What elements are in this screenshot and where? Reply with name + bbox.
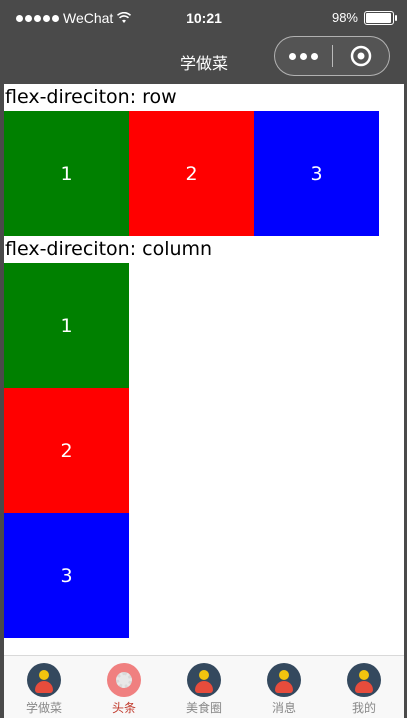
tab-label: 头条 bbox=[111, 701, 136, 715]
battery-percent: 98% bbox=[331, 10, 358, 25]
row-item-1: 1 bbox=[4, 111, 129, 236]
user-avatar-icon bbox=[27, 663, 61, 697]
tab-label: 消息 bbox=[271, 701, 296, 715]
tab-toutiao[interactable]: 头条 bbox=[84, 656, 164, 718]
row-section-label: flex-direciton: row bbox=[5, 86, 177, 108]
tab-label: 学做菜 bbox=[25, 701, 62, 715]
close-button[interactable] bbox=[333, 37, 389, 75]
user-avatar-icon bbox=[187, 663, 221, 697]
column-item-1: 1 bbox=[4, 263, 129, 388]
menu-capsule bbox=[274, 36, 390, 76]
status-right: 98% bbox=[331, 10, 397, 25]
battery-fill bbox=[366, 12, 392, 23]
close-target-icon bbox=[350, 45, 372, 67]
column-section-label: flex-direciton: column bbox=[5, 238, 213, 260]
column-item-2: 2 bbox=[4, 388, 129, 513]
nav-bar: 学做菜 bbox=[4, 36, 404, 84]
tab-label: 美食圈 bbox=[185, 701, 222, 715]
row-item-2: 2 bbox=[129, 111, 254, 236]
phone-screen: WeChat 10:21 98% 学做菜 flex-direciton: row… bbox=[4, 0, 404, 718]
user-avatar-icon bbox=[267, 663, 301, 697]
user-avatar-icon bbox=[347, 663, 381, 697]
flex-column-container: 1 2 3 bbox=[4, 263, 404, 638]
more-button[interactable] bbox=[275, 37, 332, 75]
status-bar: WeChat 10:21 98% bbox=[4, 0, 404, 36]
gear-icon bbox=[107, 663, 141, 697]
tab-label: 我的 bbox=[351, 701, 376, 715]
tab-meishiquan[interactable]: 美食圈 bbox=[164, 656, 244, 718]
flex-row-container: 1 2 3 bbox=[4, 111, 404, 236]
tab-xiaoxi[interactable]: 消息 bbox=[244, 656, 324, 718]
battery-icon bbox=[364, 10, 397, 25]
tab-xuezuocai[interactable]: 学做菜 bbox=[4, 656, 84, 718]
tab-wode[interactable]: 我的 bbox=[324, 656, 404, 718]
column-item-3: 3 bbox=[4, 513, 129, 638]
page-content: flex-direciton: row 1 2 3 flex-direciton… bbox=[4, 84, 404, 638]
row-item-3: 3 bbox=[254, 111, 379, 236]
tab-bar: 学做菜 头条 美食圈 消息 我的 bbox=[4, 655, 404, 718]
